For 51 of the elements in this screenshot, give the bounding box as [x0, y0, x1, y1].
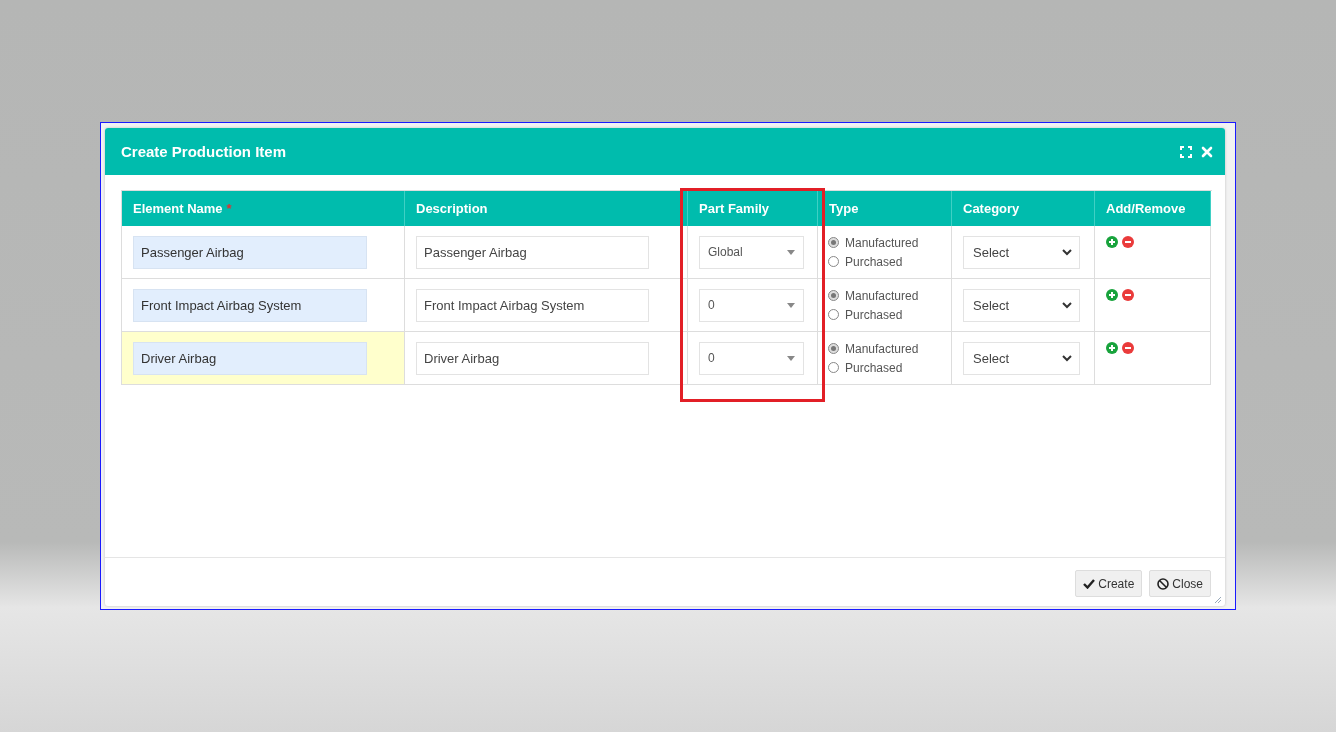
caret-icon — [787, 302, 795, 308]
add-icon[interactable] — [1106, 342, 1118, 354]
description-field[interactable]: Driver Airbag — [416, 341, 649, 375]
type-radio-option[interactable]: Purchased — [828, 254, 919, 269]
create-button[interactable]: Create — [1075, 570, 1143, 597]
chevron-down-icon — [1062, 248, 1072, 256]
add-icon[interactable] — [1106, 236, 1118, 248]
column-header-label: Element Name — [133, 201, 223, 216]
category-dropdown[interactable]: Select — [963, 341, 1080, 375]
column-header-label: Add/Remove — [1106, 201, 1186, 216]
type-radio-option[interactable]: Manufactured — [828, 235, 919, 250]
type-radio-option[interactable]: Purchased — [828, 307, 919, 322]
category-dropdown[interactable]: Select — [963, 235, 1080, 269]
required-mark: * — [226, 201, 232, 216]
radio-button[interactable] — [828, 256, 839, 267]
element-name-field[interactable]: Passenger Airbag — [133, 235, 367, 269]
caret-icon — [787, 249, 795, 255]
column-header-label: Type — [829, 201, 859, 216]
close-icon[interactable] — [1201, 145, 1213, 158]
maximize-icon[interactable] — [1180, 145, 1192, 158]
part-family-dropdown[interactable]: 0 — [699, 288, 804, 322]
column-header-label: Category — [963, 201, 1020, 216]
column-header-label: Part Family — [699, 201, 770, 216]
resize-grip-icon[interactable] — [1215, 597, 1221, 603]
remove-icon[interactable] — [1122, 236, 1134, 248]
ban-icon — [1157, 577, 1170, 590]
chevron-down-icon — [1062, 301, 1072, 309]
column-header-label: Description — [416, 201, 488, 216]
radio-button[interactable] — [828, 237, 839, 248]
part-family-dropdown[interactable]: 0 — [699, 341, 804, 375]
radio-button[interactable] — [828, 309, 839, 320]
type-radio-option[interactable]: Manufactured — [828, 341, 919, 356]
dialog-title: Create Production Item — [121, 143, 288, 160]
caret-icon — [787, 355, 795, 361]
category-dropdown[interactable]: Select — [963, 288, 1080, 322]
chevron-down-icon — [1062, 354, 1072, 362]
radio-button[interactable] — [828, 362, 839, 373]
add-icon[interactable] — [1106, 289, 1118, 301]
remove-icon[interactable] — [1122, 289, 1134, 301]
type-radio-option[interactable]: Purchased — [828, 360, 919, 375]
remove-icon[interactable] — [1122, 342, 1134, 354]
element-name-field[interactable]: Front Impact Airbag System — [133, 288, 367, 322]
close-button[interactable]: Close — [1149, 570, 1211, 597]
element-name-field[interactable]: Driver Airbag — [133, 341, 367, 375]
description-field[interactable]: Front Impact Airbag System — [416, 288, 649, 322]
part-family-dropdown[interactable]: Global — [699, 235, 804, 269]
description-field[interactable]: Passenger Airbag — [416, 235, 649, 269]
checkmark-icon — [1083, 578, 1096, 589]
type-radio-option[interactable]: Manufactured — [828, 288, 919, 303]
radio-button[interactable] — [828, 290, 839, 301]
radio-button[interactable] — [828, 343, 839, 354]
